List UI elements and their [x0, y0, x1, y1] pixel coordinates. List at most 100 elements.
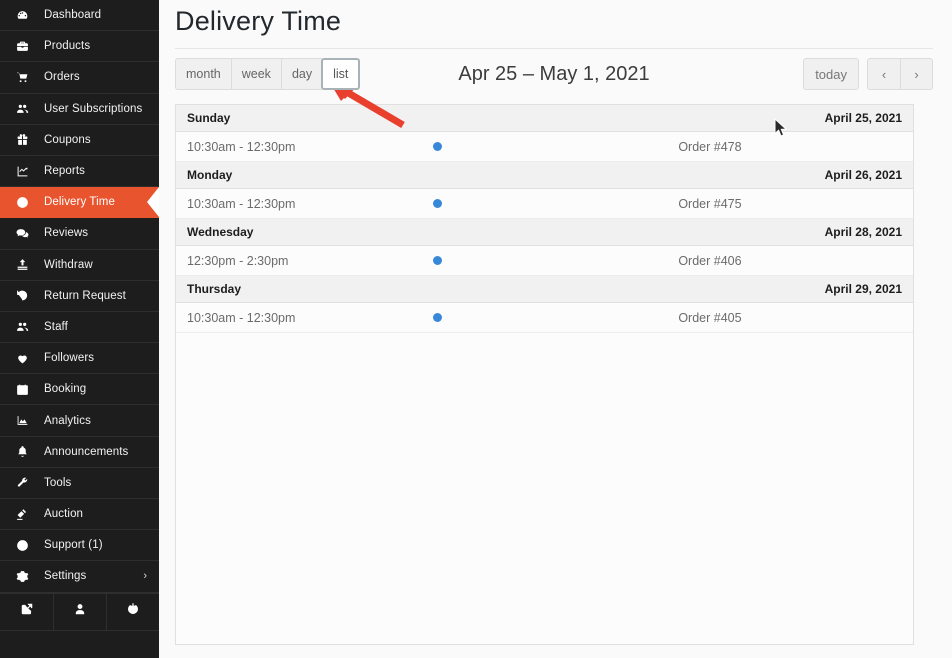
profile-button[interactable]: [53, 593, 106, 630]
event-title[interactable]: Order #478: [667, 131, 913, 162]
mouse-cursor: [774, 118, 788, 137]
day-view-button[interactable]: day: [280, 58, 323, 90]
prev-period-button[interactable]: ‹: [867, 58, 900, 90]
event-title[interactable]: Order #405: [667, 302, 913, 333]
prev-next-group: ‹ ›: [867, 58, 933, 90]
sidebar-item-delivery-time[interactable]: Delivery Time: [0, 187, 159, 219]
sidebar-item-label: Booking: [44, 383, 87, 396]
sidebar-item-announcements[interactable]: Announcements: [0, 437, 159, 468]
event-color-dot: [432, 141, 442, 151]
gift-icon: [16, 133, 38, 146]
area-chart-icon: [16, 414, 38, 427]
event-time: 10:30am - 12:30pm: [176, 188, 422, 219]
week-view-button[interactable]: week: [230, 58, 281, 90]
event-title[interactable]: Order #475: [667, 188, 913, 219]
sidebar-item-label: Tools: [44, 476, 72, 489]
event-color-dot: [432, 255, 442, 265]
sidebar-item-label: Auction: [44, 508, 84, 521]
day-date: April 28, 2021: [667, 218, 913, 246]
gavel-icon: [16, 508, 38, 521]
today-button[interactable]: today: [803, 58, 859, 90]
sidebar-bottom-bar: [0, 592, 159, 631]
list-view-button[interactable]: list: [321, 58, 361, 90]
event-dot-cell: [421, 188, 668, 219]
event-color-dot: [432, 198, 442, 208]
gear-icon: [16, 570, 38, 583]
sidebar-item-label: Dashboard: [44, 9, 102, 22]
sidebar-item-label: Orders: [44, 71, 80, 84]
wrench-icon: [16, 476, 38, 489]
heart-icon: [16, 352, 38, 365]
dashboard-icon: [16, 9, 38, 22]
calendar-list-view: Sunday April 25, 2021 10:30am - 12:30pm Ord…: [175, 104, 914, 645]
day-date: April 26, 2021: [667, 161, 913, 189]
sidebar-item-analytics[interactable]: Analytics: [0, 405, 159, 437]
sidebar-item-reviews[interactable]: Reviews: [0, 218, 159, 250]
sidebar-item-staff[interactable]: Staff: [0, 312, 159, 344]
day-header-row: Thursday April 29, 2021: [176, 275, 913, 303]
event-time: 10:30am - 12:30pm: [176, 131, 422, 162]
sidebar-item-withdraw[interactable]: Withdraw: [0, 250, 159, 281]
sidebar-item-dashboard[interactable]: Dashboard: [0, 0, 159, 32]
logout-button[interactable]: [106, 593, 159, 630]
sidebar-item-return-request[interactable]: Return Request: [0, 281, 159, 312]
active-item-pointer: [147, 187, 159, 218]
event-row[interactable]: 10:30am - 12:30pm Order #475: [176, 188, 913, 219]
event-dot-cell: [421, 131, 668, 162]
clock-icon: [16, 196, 38, 209]
visit-store-button[interactable]: [0, 594, 53, 630]
calendar-icon: [16, 383, 38, 396]
sidebar-item-support-1[interactable]: Support (1): [0, 530, 159, 562]
event-time: 10:30am - 12:30pm: [176, 302, 422, 333]
event-row[interactable]: 10:30am - 12:30pm Order #405: [176, 302, 913, 333]
power-icon: [126, 602, 140, 621]
lifering-icon: [16, 539, 38, 552]
day-events: 10:30am - 12:30pm Order #475: [176, 188, 913, 219]
sidebar-item-label: Return Request: [44, 289, 126, 302]
sidebar-item-user-subscriptions[interactable]: User Subscriptions: [0, 94, 159, 125]
day-header-row: Monday April 26, 2021: [176, 161, 913, 189]
day-events: 10:30am - 12:30pm Order #405: [176, 302, 913, 333]
day-header-row: Wednesday April 28, 2021: [176, 218, 913, 246]
external-link-icon: [20, 602, 34, 621]
sidebar-item-auction[interactable]: Auction: [0, 499, 159, 531]
chevron-right-icon[interactable]: ›: [143, 570, 147, 582]
sidebar-item-label: Support (1): [44, 539, 103, 552]
sidebar-item-label: Products: [44, 40, 91, 53]
event-row[interactable]: 12:30pm - 2:30pm Order #406: [176, 245, 913, 276]
day-name: Thursday: [176, 275, 668, 303]
sidebar-item-tools[interactable]: Tools: [0, 468, 159, 499]
event-title[interactable]: Order #406: [667, 245, 913, 276]
page-title: Delivery Time: [175, 6, 342, 36]
sidebar-item-label: Analytics: [44, 414, 91, 427]
sidebar-item-orders[interactable]: Orders: [0, 62, 159, 94]
next-period-button[interactable]: ›: [900, 58, 933, 90]
title-divider: [175, 48, 933, 49]
delivery-list-table: Sunday April 25, 2021 10:30am - 12:30pm Ord…: [176, 105, 913, 333]
event-color-dot: [432, 312, 442, 322]
day-header-row: Sunday April 25, 2021: [176, 105, 913, 132]
event-dot-cell: [421, 245, 668, 276]
sidebar-item-label: Followers: [44, 352, 95, 365]
users-icon: [16, 320, 38, 333]
sidebar-item-settings[interactable]: Settings ›: [0, 561, 159, 593]
day-events: 12:30pm - 2:30pm Order #406: [176, 245, 913, 276]
sidebar-item-products[interactable]: Products: [0, 31, 159, 63]
sidebar-item-coupons[interactable]: Coupons: [0, 125, 159, 156]
main-content: Delivery Time Apr 25 – May 1, 2021 month…: [159, 0, 952, 658]
sidebar-item-reports[interactable]: Reports: [0, 156, 159, 188]
month-view-button[interactable]: month: [175, 58, 231, 90]
day-date: April 29, 2021: [667, 275, 913, 303]
calendar-toolbar: Apr 25 – May 1, 2021 month week day list to…: [175, 58, 933, 90]
sidebar: Dashboard Products Orders User Subscription…: [0, 0, 159, 658]
day-name: Wednesday: [176, 218, 668, 246]
day-name: Sunday: [176, 105, 668, 132]
day-date: April 25, 2021: [667, 105, 913, 132]
briefcase-icon: [16, 40, 38, 53]
sidebar-item-label: Withdraw: [44, 258, 93, 271]
sidebar-item-followers[interactable]: Followers: [0, 343, 159, 375]
event-dot-cell: [421, 302, 668, 333]
calendar-nav-group: today ‹ ›: [803, 58, 933, 90]
sidebar-item-booking[interactable]: Booking: [0, 374, 159, 406]
event-row[interactable]: 10:30am - 12:30pm Order #478: [176, 131, 913, 162]
